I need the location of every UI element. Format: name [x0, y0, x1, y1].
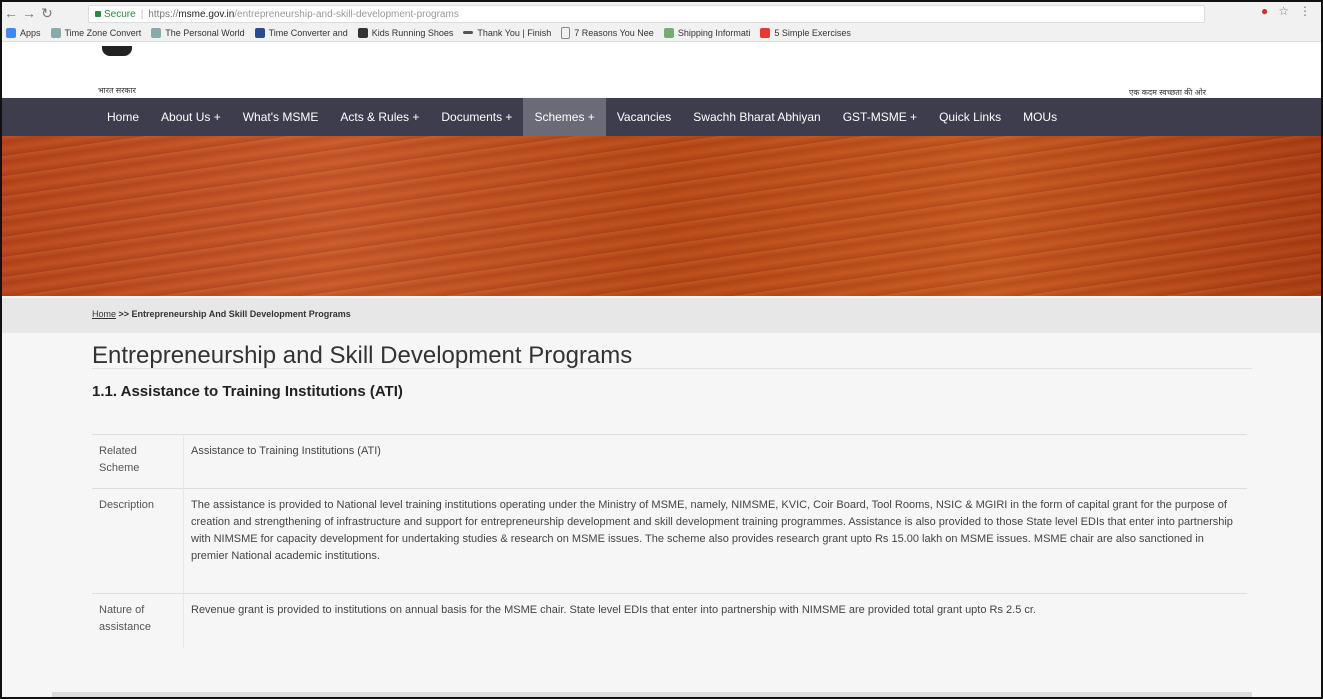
breadcrumb-current: Entrepreneurship And Skill Development P…	[131, 309, 351, 319]
nav-documents[interactable]: Documents +	[430, 98, 523, 136]
square-icon	[254, 27, 265, 38]
h-icon	[357, 27, 368, 38]
address-row: ← → ↻ Secure | https:// msme.gov.in /ent…	[2, 2, 1321, 24]
bookmark-item[interactable]: Shipping Informati	[663, 27, 751, 38]
secure-label: Secure	[104, 8, 136, 20]
arrows-icon	[50, 27, 61, 38]
secure-indicator[interactable]: Secure	[95, 9, 136, 20]
url-path: /entrepreneurship-and-skill-development-…	[234, 8, 459, 20]
back-icon[interactable]: ←	[2, 4, 20, 22]
bookmark-item[interactable]: Apps	[6, 27, 41, 38]
table-row: Nature of assistance Revenue grant is pr…	[92, 593, 1247, 648]
bookmark-item[interactable]: Kids Running Shoes	[357, 27, 454, 38]
chart-icon	[663, 27, 674, 38]
bookmark-label: Thank You | Finish	[477, 27, 552, 38]
row-label: Description	[92, 488, 184, 594]
hero-banner	[2, 136, 1321, 296]
table-row: Related Scheme Assistance to Training In…	[92, 434, 1247, 489]
bookmark-label: Kids Running Shoes	[371, 27, 454, 38]
url-scheme: https://	[148, 8, 179, 20]
url-bar[interactable]: Secure | https:// msme.gov.in /entrepren…	[88, 5, 1205, 23]
site-header: भारत सरकार एक कदम स्वच्छता की ओर	[2, 42, 1321, 97]
bookmark-label: 5 Simple Exercises	[774, 27, 851, 38]
logo-text: भारत सरकार	[98, 86, 136, 95]
browser-window: ← → ↻ Secure | https:// msme.gov.in /ent…	[0, 0, 1323, 699]
nav-home[interactable]: Home	[96, 98, 150, 136]
nav-mous[interactable]: MOUs	[1012, 98, 1068, 136]
extension-icon[interactable]: ●	[1261, 4, 1268, 18]
nav-schemes[interactable]: Schemes +	[523, 98, 606, 136]
row-value: Assistance to Training Institutions (ATI…	[183, 434, 1247, 489]
breadcrumb-separator: >>	[116, 309, 132, 319]
bookmarks-bar: Apps Time Zone Convert The Personal Worl…	[2, 24, 1321, 42]
bookmark-item[interactable]: Thank You | Finish	[463, 28, 551, 38]
nav-acts-rules[interactable]: Acts & Rules +	[329, 98, 430, 136]
scheme-details-table: Related Scheme Assistance to Training In…	[92, 434, 1247, 648]
bookmark-item[interactable]: Time Converter and	[254, 27, 348, 38]
page-title: Entrepreneurship and Skill Development P…	[92, 342, 633, 369]
breadcrumb: Home >> Entrepreneurship And Skill Devel…	[92, 309, 351, 319]
row-value: The assistance is provided to National l…	[183, 488, 1247, 594]
bookmark-item[interactable]: The Personal World	[151, 27, 245, 38]
bookmark-label: 7 Reasons You Nee	[574, 27, 654, 38]
row-label: Related Scheme	[92, 434, 184, 489]
row-label: Nature of assistance	[92, 593, 184, 648]
browser-actions: ● ☆ ⋮	[1261, 4, 1311, 18]
horizontal-scrollbar[interactable]	[52, 692, 1252, 697]
url-separator: |	[140, 8, 144, 20]
breadcrumb-home-link[interactable]: Home	[92, 309, 116, 319]
section-heading: 1.1. Assistance to Training Institutions…	[92, 383, 403, 400]
bookmark-label: Time Zone Convert	[64, 27, 142, 38]
nav-swachh-bharat[interactable]: Swachh Bharat Abhiyan	[682, 98, 831, 136]
nav-whats-msme[interactable]: What's MSME	[232, 98, 330, 136]
bookmark-label: Time Converter and	[268, 27, 348, 38]
menu-icon[interactable]: ⋮	[1299, 4, 1311, 18]
arrows-icon	[151, 27, 162, 38]
lock-icon	[95, 11, 101, 17]
youtube-icon	[760, 27, 771, 38]
page-icon	[561, 26, 571, 39]
bar-icon	[463, 31, 474, 34]
star-icon[interactable]: ☆	[1278, 4, 1289, 18]
nav-about-us[interactable]: About Us +	[150, 98, 232, 136]
reload-icon[interactable]: ↻	[38, 4, 56, 22]
forward-icon[interactable]: →	[20, 4, 38, 22]
nav-gst-msme[interactable]: GST-MSME +	[832, 98, 928, 136]
bookmark-item[interactable]: 7 Reasons You Nee	[561, 26, 654, 39]
apps-grid-icon	[6, 27, 16, 38]
emblem-icon[interactable]	[102, 46, 132, 56]
url-host: msme.gov.in	[178, 8, 235, 20]
nav-quick-links[interactable]: Quick Links	[928, 98, 1012, 136]
bookmark-item[interactable]: Time Zone Convert	[50, 27, 142, 38]
nav-vacancies[interactable]: Vacancies	[606, 98, 682, 136]
tagline: एक कदम स्वच्छता की ओर	[1129, 88, 1207, 97]
row-value: Revenue grant is provided to institution…	[183, 593, 1247, 648]
breadcrumb-bar: Home >> Entrepreneurship And Skill Devel…	[2, 298, 1321, 333]
bookmark-item[interactable]: 5 Simple Exercises	[760, 27, 851, 38]
title-divider	[92, 368, 1252, 369]
bookmark-label: The Personal World	[165, 27, 245, 38]
main-nav: Home About Us + What's MSME Acts & Rules…	[2, 98, 1321, 136]
bookmark-label: Apps	[20, 27, 41, 38]
bookmark-label: Shipping Informati	[677, 27, 751, 38]
table-row: Description The assistance is provided t…	[92, 488, 1247, 594]
